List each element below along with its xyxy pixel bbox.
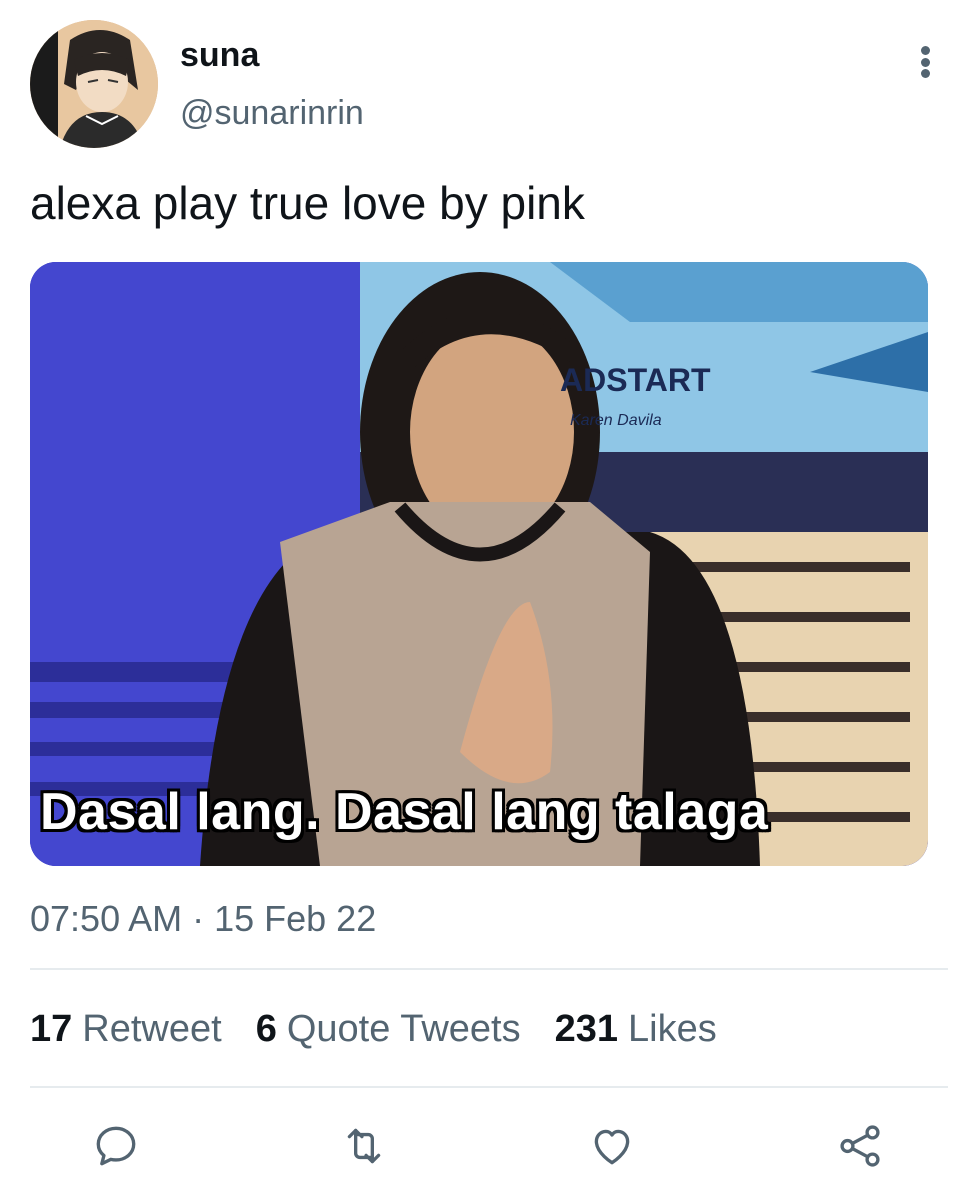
likes-label: Likes [628, 1008, 717, 1050]
quote-tweets-label: Quote Tweets [286, 1008, 521, 1050]
retweet-label: Retweet [82, 1008, 222, 1050]
more-dot [920, 46, 930, 55]
like-button[interactable] [584, 1118, 640, 1174]
media-scene [30, 262, 928, 866]
engagement-stats: 17 Retweet 6 Quote Tweets 231 Likes [30, 1008, 717, 1051]
media-banner-text: ADSTART [560, 362, 711, 398]
reply-icon [96, 1126, 136, 1166]
reply-button[interactable] [88, 1118, 144, 1174]
divider [30, 968, 948, 970]
display-name[interactable]: suna [180, 36, 259, 75]
tweet-text: alexa play true love by pink [30, 177, 585, 229]
share-button[interactable] [832, 1118, 888, 1174]
tweet-timestamp[interactable]: 07:50 AM · 15 Feb 22 [30, 898, 376, 940]
more-dot [920, 69, 930, 78]
quote-tweets-stat[interactable]: 6 Quote Tweets [256, 1008, 521, 1051]
user-handle[interactable]: @sunarinrin [180, 94, 364, 133]
more-dot [920, 57, 930, 67]
likes-count: 231 [554, 1008, 619, 1050]
media-caption: Dasal lang. Dasal lang talaga [40, 783, 769, 841]
avatar-illustration [30, 20, 158, 148]
retweet-button[interactable] [336, 1118, 392, 1174]
retweet-count: 17 [30, 1008, 73, 1050]
retweet-icon [347, 1128, 381, 1164]
more-options-icon[interactable] [908, 42, 942, 82]
tweet-media-image[interactable]: ADSTART Karen Davila Dasal lang. Dasal l… [30, 262, 928, 866]
likes-stat[interactable]: 231 Likes [555, 1008, 717, 1051]
quote-tweets-count: 6 [255, 1008, 277, 1050]
avatar[interactable] [30, 20, 158, 148]
media-banner-subtext: Karen Davila [570, 412, 662, 429]
tweet-action-bar [0, 1118, 978, 1178]
share-icon [840, 1125, 880, 1167]
retweet-stat[interactable]: 17 Retweet [30, 1008, 222, 1051]
divider [30, 1086, 948, 1088]
heart-icon [594, 1129, 630, 1165]
